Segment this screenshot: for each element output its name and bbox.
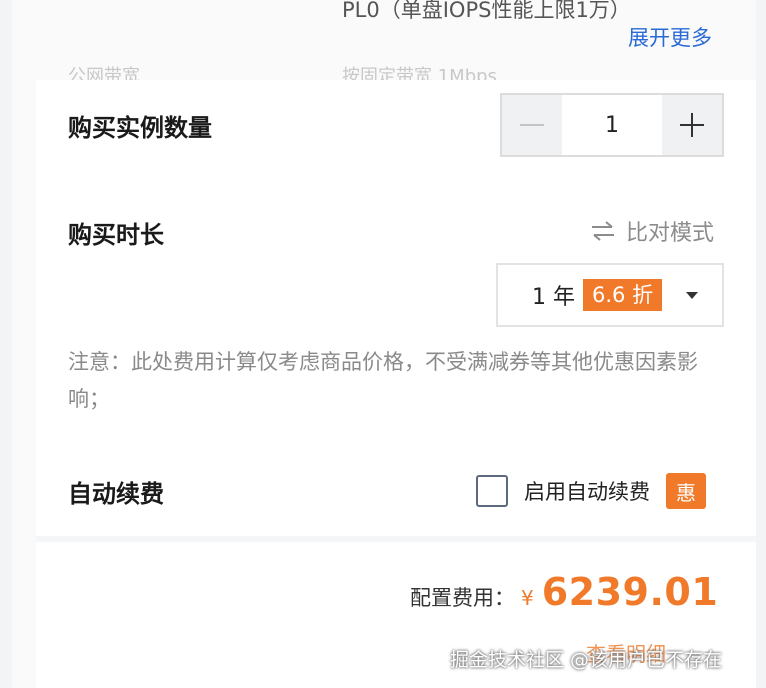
decrement-button[interactable]: [502, 95, 562, 155]
bandwidth-value: 按固定带宽 1Mbps: [342, 66, 497, 80]
price-label: 配置费用：: [410, 586, 515, 610]
auto-renew-label[interactable]: 启用自动续费: [524, 476, 650, 506]
config-panel: PL0（单盘IOPS性能上限1万） 公网带宽 按固定带宽 1Mbps 展开更多 …: [36, 0, 756, 688]
section-divider: [36, 536, 756, 542]
chevron-down-icon: [686, 291, 699, 299]
duration-select[interactable]: 1 年 6.6 折: [496, 263, 724, 327]
watermark: 掘金技术社区 @该用户已不存在: [450, 649, 723, 671]
bandwidth-label: 公网带宽: [68, 66, 140, 80]
compare-mode-button[interactable]: 比对模式: [590, 215, 714, 247]
auto-renew-option: 启用自动续费 惠: [476, 473, 706, 509]
swap-icon: [592, 221, 614, 241]
increment-button[interactable]: [662, 95, 722, 155]
price-summary: 配置费用： ¥ 6239.01: [410, 570, 718, 614]
price-amount: 6239.01: [541, 570, 719, 614]
currency-symbol: ¥: [521, 586, 534, 610]
expand-more-link[interactable]: 展开更多: [628, 22, 712, 52]
duration-value: 1 年: [532, 285, 575, 310]
compare-mode-label: 比对模式: [626, 221, 715, 246]
minus-icon: [520, 124, 544, 126]
left-edge: [12, 0, 36, 688]
auto-renew-title: 自动续费: [68, 480, 164, 508]
duration-title: 购买时长: [68, 221, 164, 249]
disk-type-text: PL0（单盘IOPS性能上限1万）: [342, 0, 631, 22]
quantity-value[interactable]: 1: [562, 95, 662, 155]
discount-hui-badge: 惠: [666, 473, 706, 509]
discount-badge: 6.6 折: [583, 279, 663, 311]
plus-icon: [680, 113, 704, 137]
quantity-stepper: 1: [500, 93, 724, 157]
quantity-title: 购买实例数量: [68, 114, 212, 142]
pricing-note: 注意：此处费用计算仅考虑商品价格，不受满减券等其他优惠因素影响；: [68, 350, 698, 411]
auto-renew-checkbox[interactable]: [476, 475, 508, 507]
